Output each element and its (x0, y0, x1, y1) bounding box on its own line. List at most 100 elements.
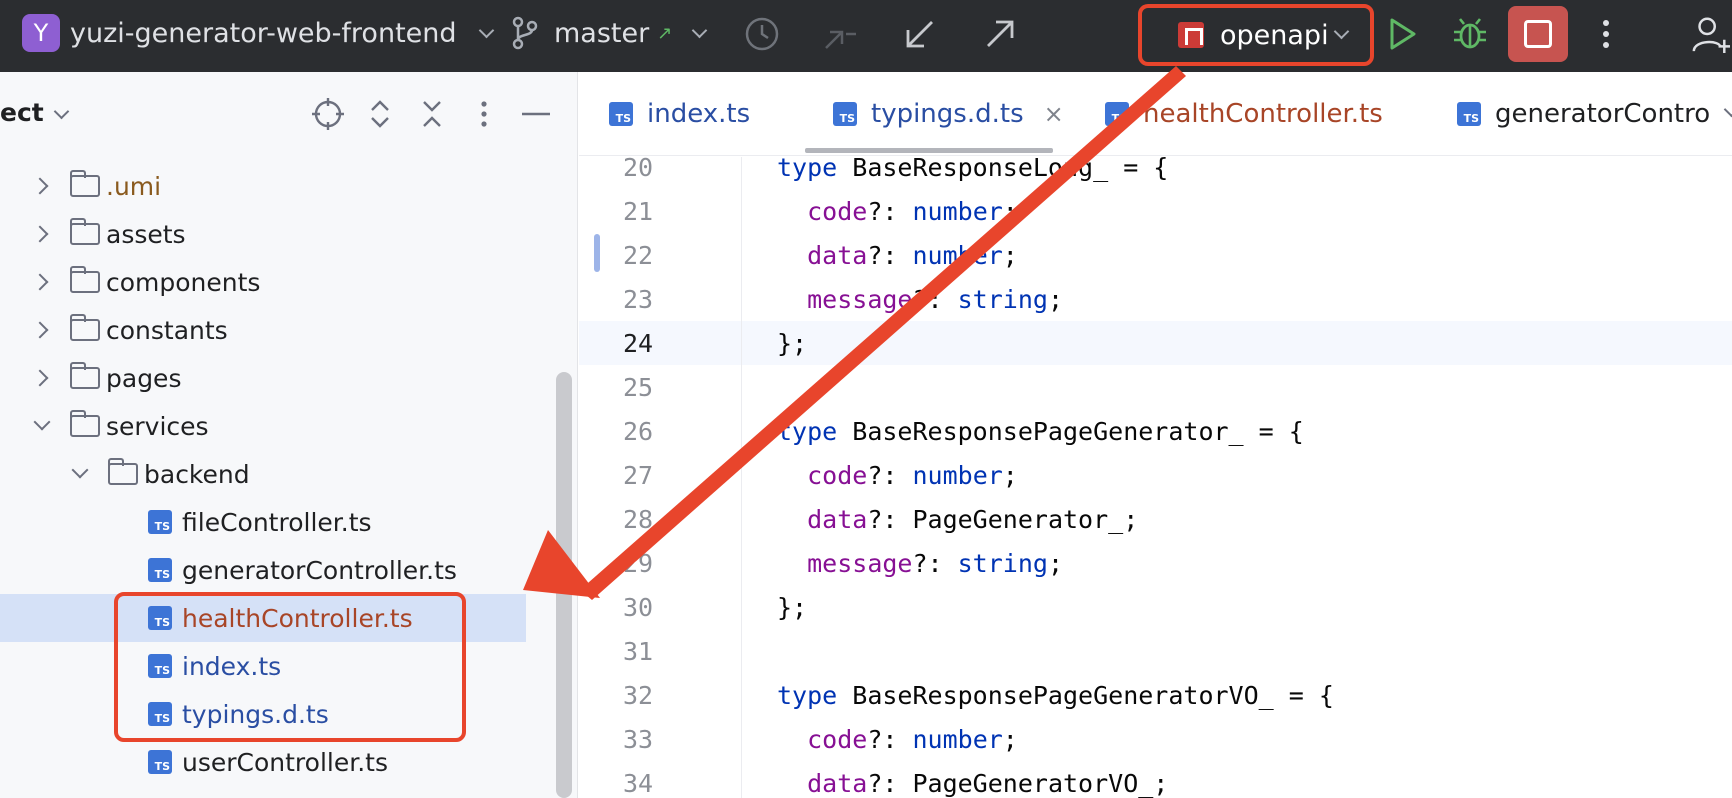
code-line[interactable]: 24}; (579, 321, 1732, 365)
expand-all-icon[interactable] (362, 96, 398, 132)
project-avatar[interactable]: Y (22, 14, 60, 52)
code-token: number (912, 196, 1003, 226)
folder-icon (69, 362, 100, 389)
code-line[interactable]: 34 data?: PageGeneratorVO_; (579, 761, 1732, 798)
chevron-right-icon[interactable] (31, 273, 49, 291)
code-token: number (912, 724, 1003, 754)
fetch-icon[interactable] (820, 14, 860, 54)
tree-item[interactable]: TS userController.ts (0, 738, 560, 786)
minimize-icon[interactable] (518, 96, 554, 132)
branch-selector[interactable]: master ↗ (554, 14, 708, 52)
code-line[interactable]: 29 message?: string; (579, 541, 1732, 585)
close-icon[interactable]: × (1044, 100, 1064, 128)
update-icon[interactable] (900, 14, 940, 54)
more-icon[interactable] (1586, 14, 1626, 54)
line-number: 26 (623, 416, 654, 446)
tree-item[interactable]: services (0, 402, 560, 450)
code-line[interactable]: 26 type BaseResponsePageGenerator_ = { (579, 409, 1732, 453)
debug-icon[interactable] (1450, 14, 1490, 54)
tree-item[interactable]: .umi (0, 162, 560, 210)
branch-name: master (554, 17, 650, 49)
code-line[interactable]: 33 code?: number; (579, 717, 1732, 761)
folder-icon (69, 218, 100, 245)
code-text: }; (777, 593, 807, 622)
tree-item-label: assets (106, 219, 186, 249)
chevron-down-icon (1333, 23, 1350, 40)
folder-icon (69, 410, 100, 437)
code-line[interactable]: 21 code?: number; (579, 189, 1732, 233)
line-number: 31 (623, 636, 654, 666)
stop-icon (1524, 20, 1552, 48)
tree-item[interactable]: pages (0, 354, 560, 402)
history-icon[interactable] (742, 14, 782, 54)
code-line[interactable]: 32 type BaseResponsePageGeneratorVO_ = { (579, 673, 1732, 717)
chevron-right-icon[interactable] (31, 225, 49, 243)
tree-item[interactable]: TS generatorController.ts (0, 546, 560, 594)
code-token: ; (1047, 284, 1063, 314)
typescript-file-icon: TS (148, 510, 172, 534)
code-token: number (912, 240, 1003, 270)
tree-item[interactable]: constants (0, 306, 560, 354)
tree-item-label: pages (106, 363, 182, 393)
tab-index-ts[interactable]: TS index.ts (609, 72, 750, 156)
run-config-selector[interactable]: openapi (1138, 4, 1374, 66)
vertical-scrollbar[interactable] (556, 372, 572, 798)
tree-item[interactable]: components (0, 258, 560, 306)
code-token: ; (1002, 724, 1018, 754)
chevron-right-icon[interactable] (31, 321, 49, 339)
typescript-file-icon: TS (1105, 102, 1129, 126)
tab-typings-d-ts[interactable]: TS typings.d.ts × (833, 72, 1064, 156)
collapse-all-icon[interactable] (414, 96, 450, 132)
locate-icon[interactable] (310, 96, 346, 132)
code-line[interactable]: 22 data?: number; (579, 233, 1732, 277)
tab-label: index.ts (647, 99, 751, 129)
folder-icon (69, 266, 100, 293)
tree-item[interactable]: backend (0, 450, 560, 498)
code-text: message?: string; (777, 549, 1063, 578)
chevron-down-icon[interactable] (33, 413, 51, 431)
line-number: 32 (623, 680, 654, 710)
code-line[interactable]: 20 type BaseResponseLong_ = { (579, 145, 1732, 189)
stop-button[interactable] (1508, 6, 1568, 62)
panel-title[interactable]: ect (0, 98, 44, 127)
code-token: ?: PageGenerator_; (867, 504, 1139, 534)
code-token: string (957, 548, 1048, 578)
tree-item-label: generatorController.ts (182, 555, 457, 585)
code-text: data?: number; (777, 241, 1018, 270)
chevron-right-icon[interactable] (31, 369, 49, 387)
tab-generator-controller[interactable]: TS generatorContro (1457, 72, 1710, 156)
project-selector[interactable]: yuzi-generator-web-frontend (70, 14, 494, 52)
options-icon[interactable] (466, 96, 502, 132)
code-token: code (807, 460, 868, 490)
project-name: yuzi-generator-web-frontend (70, 17, 457, 49)
tab-health-controller[interactable]: TS healthController.ts (1105, 72, 1383, 156)
add-user-icon[interactable] (1690, 14, 1730, 54)
code-line[interactable]: 23 message?: string; (579, 277, 1732, 321)
code-token: message (807, 284, 913, 314)
code-line[interactable]: 31 (579, 629, 1732, 673)
tree-item[interactable]: TS fileController.ts (0, 498, 560, 546)
code-line[interactable]: 25 (579, 365, 1732, 409)
code-token: ; (1002, 196, 1018, 226)
tree-item[interactable]: assets (0, 210, 560, 258)
line-number: 23 (623, 284, 654, 314)
code-line[interactable]: 28 data?: PageGenerator_; (579, 497, 1732, 541)
outgoing-arrow-icon: ↗ (657, 22, 673, 44)
chevron-right-icon[interactable] (31, 177, 49, 195)
chevron-down-icon[interactable] (71, 461, 89, 479)
tree-item-label: services (106, 411, 209, 441)
code-token: ?: (867, 240, 913, 270)
code-line[interactable]: 27 code?: number; (579, 453, 1732, 497)
code-token: BaseResponsePageGeneratorVO_ = { (837, 680, 1334, 710)
typescript-file-icon: TS (1457, 102, 1481, 126)
vcs-change-marker[interactable] (594, 234, 600, 272)
push-icon[interactable] (980, 14, 1020, 54)
code-line[interactable]: 30}; (579, 585, 1732, 629)
chevron-down-icon[interactable] (53, 103, 70, 120)
run-icon[interactable] (1382, 14, 1422, 54)
